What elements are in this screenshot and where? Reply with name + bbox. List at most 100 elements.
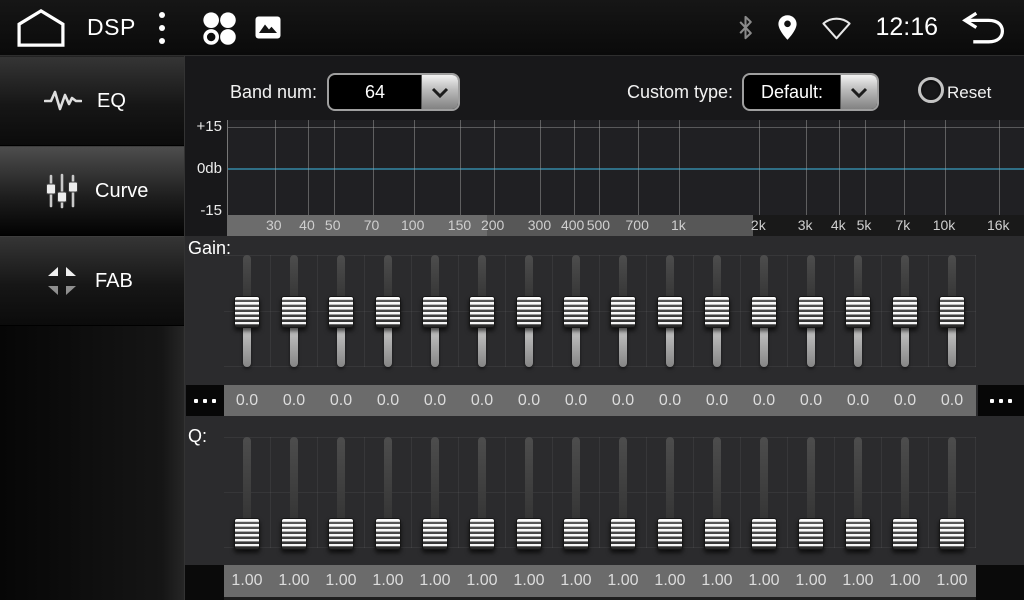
q-slider[interactable] — [422, 437, 448, 548]
q-slider[interactable] — [939, 437, 965, 548]
gallery-icon[interactable] — [255, 16, 281, 39]
custom-type-dropdown[interactable]: Default: — [742, 73, 879, 111]
q-slider[interactable] — [845, 437, 871, 548]
slider-thumb[interactable] — [892, 518, 918, 550]
gain-slider[interactable] — [469, 255, 495, 367]
q-slider[interactable] — [375, 437, 401, 548]
freq-tick-label: 1k — [671, 215, 686, 236]
slider-thumb[interactable] — [798, 296, 824, 328]
q-slider[interactable] — [563, 437, 589, 548]
gain-slider[interactable] — [234, 255, 260, 367]
gain-value: 0.0 — [929, 385, 976, 416]
fader-panel: Gain: 0.00.00.00.00.00.00.00.00.00.00.00… — [185, 236, 1024, 600]
slider-thumb[interactable] — [563, 518, 589, 550]
slider-thumb[interactable] — [657, 518, 683, 550]
gain-more-right-button[interactable] — [978, 385, 1024, 416]
gain-slider[interactable] — [516, 255, 542, 367]
gain-slider[interactable] — [657, 255, 683, 367]
gain-slider[interactable] — [281, 255, 307, 367]
slider-thumb[interactable] — [704, 296, 730, 328]
plot-gridline — [904, 120, 905, 215]
slider-thumb[interactable] — [375, 296, 401, 328]
gain-value: 0.0 — [694, 385, 741, 416]
slider-thumb[interactable] — [469, 518, 495, 550]
slider-thumb[interactable] — [234, 518, 260, 550]
q-value: 1.00 — [459, 565, 506, 597]
q-slider[interactable] — [704, 437, 730, 548]
gain-slider[interactable] — [751, 255, 777, 367]
slider-thumb[interactable] — [422, 296, 448, 328]
freq-tick-label: 5k — [857, 215, 872, 236]
freq-tick-label: 500 — [587, 215, 610, 236]
clover-apps-icon[interactable] — [200, 9, 238, 47]
gain-slider[interactable] — [610, 255, 636, 367]
gain-slider[interactable] — [563, 255, 589, 367]
q-slider[interactable] — [610, 437, 636, 548]
slider-thumb[interactable] — [939, 518, 965, 550]
slider-thumb[interactable] — [281, 296, 307, 328]
status-bar-right: 12:16 — [737, 10, 1008, 45]
sidebar-item-fab[interactable]: FAB — [0, 236, 184, 326]
slider-thumb[interactable] — [610, 296, 636, 328]
q-slider[interactable] — [657, 437, 683, 548]
q-slider[interactable] — [892, 437, 918, 548]
slider-thumb[interactable] — [328, 518, 354, 550]
slider-thumb[interactable] — [751, 296, 777, 328]
slider-thumb[interactable] — [375, 518, 401, 550]
slider-track-upper — [901, 255, 909, 302]
slider-thumb[interactable] — [563, 296, 589, 328]
reset-radio[interactable] — [918, 77, 944, 103]
q-row-left-spacer — [185, 565, 224, 600]
plot-gridline — [638, 120, 639, 215]
gain-slider[interactable] — [798, 255, 824, 367]
sidebar-item-curve[interactable]: Curve — [0, 146, 184, 236]
freq-tick-label: 2k — [751, 215, 766, 236]
slider-thumb[interactable] — [516, 518, 542, 550]
gain-value: 0.0 — [224, 385, 271, 416]
slider-track-upper — [572, 437, 580, 524]
q-slider[interactable] — [234, 437, 260, 548]
sidebar-item-eq[interactable]: EQ — [0, 56, 184, 146]
q-slider[interactable] — [751, 437, 777, 548]
back-return-icon[interactable] — [961, 10, 1008, 45]
q-slider[interactable] — [798, 437, 824, 548]
chevron-down-icon[interactable] — [840, 75, 877, 109]
slider-thumb[interactable] — [751, 518, 777, 550]
q-value: 1.00 — [318, 565, 365, 597]
slider-thumb[interactable] — [704, 518, 730, 550]
slider-thumb[interactable] — [422, 518, 448, 550]
q-slider[interactable] — [281, 437, 307, 548]
gain-value: 0.0 — [506, 385, 553, 416]
slider-thumb[interactable] — [845, 518, 871, 550]
gain-more-left-button[interactable] — [186, 385, 224, 416]
gain-slider[interactable] — [845, 255, 871, 367]
gain-value: 0.0 — [553, 385, 600, 416]
home-icon[interactable] — [16, 8, 66, 48]
slider-thumb[interactable] — [234, 296, 260, 328]
gain-slider[interactable] — [328, 255, 354, 367]
curve-page: Band num: 64 Custom type: Default: Reset… — [185, 56, 1024, 600]
chevron-down-icon[interactable] — [421, 75, 458, 109]
gain-slider[interactable] — [704, 255, 730, 367]
slider-thumb[interactable] — [610, 518, 636, 550]
slider-thumb[interactable] — [892, 296, 918, 328]
slider-thumb[interactable] — [939, 296, 965, 328]
q-slider[interactable] — [516, 437, 542, 548]
gain-slider[interactable] — [422, 255, 448, 367]
slider-track-upper — [948, 437, 956, 524]
slider-thumb[interactable] — [281, 518, 307, 550]
slider-thumb[interactable] — [845, 296, 871, 328]
band-num-dropdown[interactable]: 64 — [327, 73, 460, 111]
slider-thumb[interactable] — [328, 296, 354, 328]
kebab-menu-icon[interactable] — [157, 10, 167, 46]
slider-thumb[interactable] — [516, 296, 542, 328]
gain-slider[interactable] — [892, 255, 918, 367]
gain-slider[interactable] — [939, 255, 965, 367]
gain-slider[interactable] — [375, 255, 401, 367]
custom-type-value: Default: — [744, 75, 840, 109]
slider-thumb[interactable] — [798, 518, 824, 550]
slider-thumb[interactable] — [469, 296, 495, 328]
q-slider[interactable] — [328, 437, 354, 548]
q-slider[interactable] — [469, 437, 495, 548]
slider-thumb[interactable] — [657, 296, 683, 328]
